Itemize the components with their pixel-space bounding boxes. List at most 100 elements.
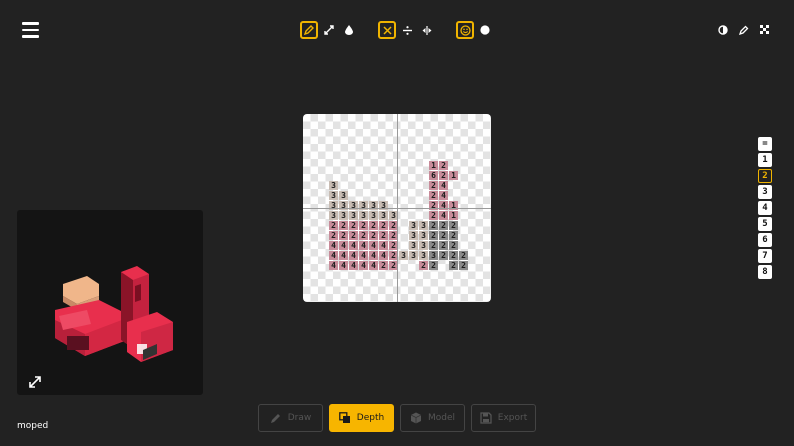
depth-cell[interactable]: 2 — [329, 231, 338, 240]
layer-button-4[interactable]: 4 — [758, 201, 772, 215]
depth-cell[interactable]: 2 — [349, 231, 358, 240]
model-mode-button[interactable]: Model — [400, 404, 465, 432]
depth-cell[interactable]: 2 — [379, 231, 388, 240]
depth-cell[interactable]: 4 — [349, 251, 358, 260]
model-preview[interactable] — [17, 210, 203, 395]
depth-cell[interactable]: 3 — [419, 231, 428, 240]
fill-tool-button[interactable] — [340, 21, 358, 39]
depth-cell[interactable]: 2 — [449, 261, 458, 270]
contrast-button[interactable] — [714, 21, 732, 39]
depth-cell[interactable]: 2 — [449, 251, 458, 260]
depth-cell[interactable]: 2 — [419, 261, 428, 270]
divide-button[interactable] — [398, 21, 416, 39]
depth-cell[interactable]: 2 — [449, 221, 458, 230]
depth-cell[interactable]: 4 — [439, 191, 448, 200]
depth-cell[interactable]: 2 — [449, 241, 458, 250]
layer-button-1[interactable]: 1 — [758, 153, 772, 167]
depth-cell[interactable]: 2 — [459, 251, 468, 260]
depth-cell[interactable]: 4 — [379, 251, 388, 260]
depth-cell[interactable]: 1 — [449, 171, 458, 180]
depth-cell[interactable]: 2 — [369, 221, 378, 230]
clear-button[interactable] — [378, 21, 396, 39]
resize-tool-button[interactable] — [320, 21, 338, 39]
depth-cell[interactable]: 3 — [379, 211, 388, 220]
depth-cell[interactable]: 2 — [369, 231, 378, 240]
depth-cell[interactable]: 2 — [339, 221, 348, 230]
depth-cell[interactable]: 3 — [419, 241, 428, 250]
depth-cell[interactable]: 2 — [449, 231, 458, 240]
menu-button[interactable] — [22, 22, 39, 38]
depth-cell[interactable]: 6 — [429, 171, 438, 180]
depth-cell[interactable]: 4 — [359, 241, 368, 250]
depth-cell[interactable]: 4 — [329, 261, 338, 270]
depth-cell[interactable]: 2 — [439, 251, 448, 260]
layer-button-3[interactable]: 3 — [758, 185, 772, 199]
depth-cell[interactable]: 4 — [369, 251, 378, 260]
layer-button-6[interactable]: 6 — [758, 233, 772, 247]
depth-cell[interactable]: 3 — [329, 191, 338, 200]
depth-cell[interactable]: 3 — [369, 211, 378, 220]
depth-cell[interactable]: 2 — [439, 161, 448, 170]
depth-cell[interactable]: 2 — [439, 221, 448, 230]
color-swatch-button[interactable] — [476, 21, 494, 39]
emoji-button[interactable] — [456, 21, 474, 39]
depth-cell[interactable]: 2 — [429, 211, 438, 220]
depth-cell[interactable]: 4 — [339, 261, 348, 270]
depth-cell[interactable]: 3 — [409, 221, 418, 230]
depth-cell[interactable]: 2 — [429, 221, 438, 230]
depth-cell[interactable]: 3 — [429, 251, 438, 260]
layer-button-7[interactable]: 7 — [758, 249, 772, 263]
depth-cell[interactable]: 4 — [369, 241, 378, 250]
depth-mode-button[interactable]: Depth — [329, 404, 394, 432]
eyedropper-button[interactable] — [735, 21, 753, 39]
depth-cell[interactable]: 2 — [339, 231, 348, 240]
depth-cell[interactable]: 2 — [459, 261, 468, 270]
depth-cell[interactable]: 3 — [329, 211, 338, 220]
depth-cell[interactable]: 4 — [379, 241, 388, 250]
depth-cell[interactable]: 4 — [339, 241, 348, 250]
depth-cell[interactable]: 3 — [359, 211, 368, 220]
depth-cell[interactable]: 2 — [439, 241, 448, 250]
draw-mode-button[interactable]: Draw — [258, 404, 323, 432]
depth-cell[interactable]: 4 — [339, 251, 348, 260]
depth-cell[interactable]: 3 — [409, 251, 418, 260]
pencil-tool-button[interactable] — [300, 21, 318, 39]
depth-cell[interactable]: 4 — [349, 261, 358, 270]
depth-cell[interactable]: 2 — [359, 231, 368, 240]
depth-cell[interactable]: 2 — [329, 221, 338, 230]
depth-cell[interactable]: 2 — [379, 261, 388, 270]
depth-cell[interactable]: 1 — [429, 161, 438, 170]
depth-cell[interactable]: 3 — [409, 241, 418, 250]
depth-cell[interactable]: 2 — [429, 231, 438, 240]
depth-cell[interactable]: 2 — [439, 231, 448, 240]
depth-cell[interactable]: 4 — [349, 241, 358, 250]
expand-button[interactable] — [28, 374, 42, 388]
pixel-grid[interactable]: 1262132433243333332413333333241222222233… — [329, 161, 469, 281]
depth-cell[interactable]: 4 — [369, 261, 378, 270]
depth-cell[interactable]: 4 — [329, 241, 338, 250]
depth-cell[interactable]: 3 — [419, 251, 428, 260]
depth-cell[interactable]: 2 — [439, 171, 448, 180]
depth-cell[interactable]: 2 — [379, 221, 388, 230]
mirror-button[interactable] — [418, 21, 436, 39]
depth-cell[interactable]: 3 — [329, 181, 338, 190]
layer-button-all[interactable]: = — [758, 137, 772, 151]
depth-cell[interactable]: 2 — [429, 261, 438, 270]
depth-cell[interactable]: 3 — [339, 191, 348, 200]
depth-cell[interactable]: 4 — [329, 251, 338, 260]
depth-cell[interactable]: 3 — [419, 221, 428, 230]
depth-cell[interactable]: 2 — [349, 221, 358, 230]
depth-cell[interactable]: 3 — [409, 231, 418, 240]
depth-cell[interactable]: 2 — [429, 191, 438, 200]
layer-button-8[interactable]: 8 — [758, 265, 772, 279]
drawing-canvas[interactable]: 1262132433243333332413333333241222222233… — [303, 114, 491, 302]
checker-button[interactable] — [756, 21, 774, 39]
depth-cell[interactable]: 2 — [359, 221, 368, 230]
export-mode-button[interactable]: Export — [471, 404, 536, 432]
depth-cell[interactable]: 4 — [439, 181, 448, 190]
depth-cell[interactable]: 2 — [429, 181, 438, 190]
depth-cell[interactable]: 4 — [439, 211, 448, 220]
depth-cell[interactable]: 3 — [339, 211, 348, 220]
layer-button-2[interactable]: 2 — [758, 169, 772, 183]
depth-cell[interactable]: 2 — [429, 241, 438, 250]
